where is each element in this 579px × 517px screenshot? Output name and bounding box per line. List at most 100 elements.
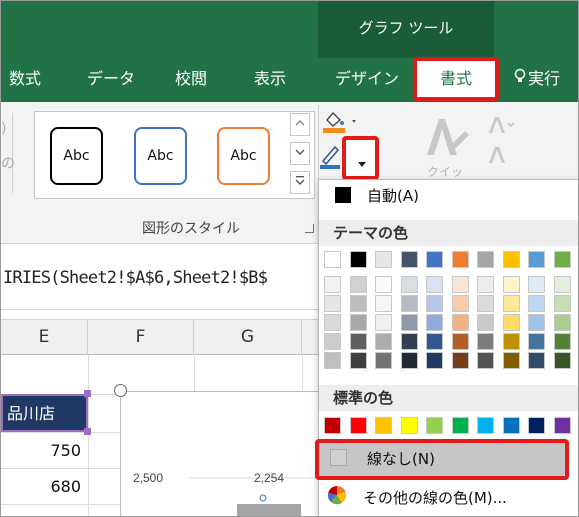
theme-color-swatch[interactable] [528,251,545,268]
theme-color-swatch[interactable] [451,295,469,312]
no-line-item[interactable]: 線なし(N) [367,448,435,469]
theme-color-swatch[interactable] [349,314,367,331]
selection-point[interactable] [259,494,267,502]
theme-color-swatch[interactable] [375,314,392,331]
theme-color-swatch[interactable] [528,295,545,312]
column-header-g[interactable]: G [194,319,302,355]
theme-color-swatch[interactable] [477,333,494,350]
theme-color-swatch[interactable] [451,333,469,350]
tab-view[interactable]: 表示 [254,64,286,94]
theme-color-swatch[interactable] [375,295,392,312]
theme-color-swatch[interactable] [426,251,443,268]
shape-style-sample-1[interactable]: Abc [50,127,103,185]
theme-color-swatch[interactable] [324,276,341,293]
column-header-e[interactable]: E [1,319,88,355]
theme-color-swatch[interactable] [400,251,418,268]
standard-color-swatch[interactable] [426,417,443,434]
standard-color-swatch[interactable] [400,417,418,434]
theme-color-swatch[interactable] [349,276,367,293]
theme-color-swatch[interactable] [553,314,571,331]
theme-color-swatch[interactable] [349,333,367,350]
column-header-f[interactable]: F [88,319,194,355]
bar[interactable] [237,504,301,517]
theme-color-swatch[interactable] [477,276,494,293]
standard-color-swatch[interactable] [349,417,367,434]
gallery-scroll-up-button[interactable] [290,113,310,136]
theme-color-swatch[interactable] [324,314,341,331]
theme-color-swatch[interactable] [502,333,520,350]
shape-style-sample-2[interactable]: Abc [134,127,187,185]
theme-color-swatch[interactable] [375,352,392,369]
theme-color-swatch[interactable] [375,333,392,350]
theme-color-swatch[interactable] [477,295,494,312]
cell-shop-name[interactable]: 品川店 [1,394,88,432]
gallery-more-button[interactable] [290,171,310,194]
theme-color-swatch[interactable] [502,276,520,293]
theme-color-swatch[interactable] [400,295,418,312]
gallery-scroll-down-button[interactable] [290,142,310,165]
tab-format[interactable]: 書式 [417,61,495,97]
no-line-item-highlight[interactable] [315,439,569,480]
theme-color-swatch[interactable] [349,352,367,369]
theme-color-swatch[interactable] [426,333,443,350]
theme-color-swatch[interactable] [426,276,443,293]
more-line-colors-item[interactable]: その他の線の色(M)... [363,487,507,508]
theme-color-swatch[interactable] [426,295,443,312]
theme-color-swatch[interactable] [400,276,418,293]
theme-color-swatch[interactable] [477,314,494,331]
theme-color-swatch[interactable] [553,352,571,369]
theme-color-swatch[interactable] [502,251,520,268]
shape-fill-button[interactable] [321,108,361,134]
theme-color-swatch[interactable] [477,251,494,268]
theme-color-swatch[interactable] [502,295,520,312]
standard-color-swatch[interactable] [375,417,392,434]
theme-color-swatch[interactable] [553,295,571,312]
theme-color-swatch[interactable] [528,333,545,350]
standard-color-swatch[interactable] [477,417,494,434]
standard-color-swatch[interactable] [324,417,341,434]
theme-color-swatch[interactable] [477,352,494,369]
standard-color-swatch[interactable] [528,417,545,434]
theme-color-swatch[interactable] [528,352,545,369]
shape-style-sample-3[interactable]: Abc [217,127,270,185]
tab-formulas[interactable]: 数式 [9,64,41,94]
chart-resize-handle[interactable] [114,384,127,397]
standard-color-swatch[interactable] [502,417,520,434]
theme-color-swatch[interactable] [426,352,443,369]
automatic-color-item[interactable]: 自動(A) [367,185,419,206]
theme-color-swatch[interactable] [553,276,571,293]
theme-color-swatch[interactable] [553,333,571,350]
standard-color-swatch[interactable] [451,417,469,434]
theme-color-swatch[interactable] [400,352,418,369]
dialog-launcher-icon[interactable] [305,224,314,233]
theme-color-swatch[interactable] [375,251,392,268]
cell-value[interactable]: 750 [1,441,87,460]
theme-color-swatch[interactable] [400,333,418,350]
theme-color-swatch[interactable] [502,314,520,331]
theme-color-swatch[interactable] [451,251,469,268]
theme-color-swatch[interactable] [324,333,341,350]
theme-color-swatch[interactable] [400,314,418,331]
theme-color-swatch[interactable] [451,314,469,331]
tab-data[interactable]: データ [87,64,135,94]
theme-color-swatch[interactable] [426,314,443,331]
shape-outline-dropdown-button[interactable] [342,136,379,180]
theme-color-swatch[interactable] [324,295,341,312]
formula-text[interactable]: IRIES(Sheet2!$A$6,Sheet2!$B$ [3,268,268,288]
theme-color-swatch[interactable] [324,352,341,369]
theme-color-swatch[interactable] [451,276,469,293]
theme-color-swatch[interactable] [528,314,545,331]
theme-color-swatch[interactable] [349,295,367,312]
shape-outline-button[interactable] [319,139,341,173]
theme-color-swatch[interactable] [349,251,367,268]
selection-handle[interactable] [84,390,91,397]
theme-color-swatch[interactable] [451,352,469,369]
tab-design[interactable]: デザイン [335,64,399,94]
cell-value[interactable]: 680 [1,477,87,496]
tell-me-box[interactable]: 実行 [514,64,560,94]
theme-color-swatch[interactable] [502,352,520,369]
tab-review[interactable]: 校閲 [175,64,207,94]
theme-color-swatch[interactable] [553,251,571,268]
selection-handle[interactable] [84,428,91,435]
standard-color-swatch[interactable] [553,417,571,434]
